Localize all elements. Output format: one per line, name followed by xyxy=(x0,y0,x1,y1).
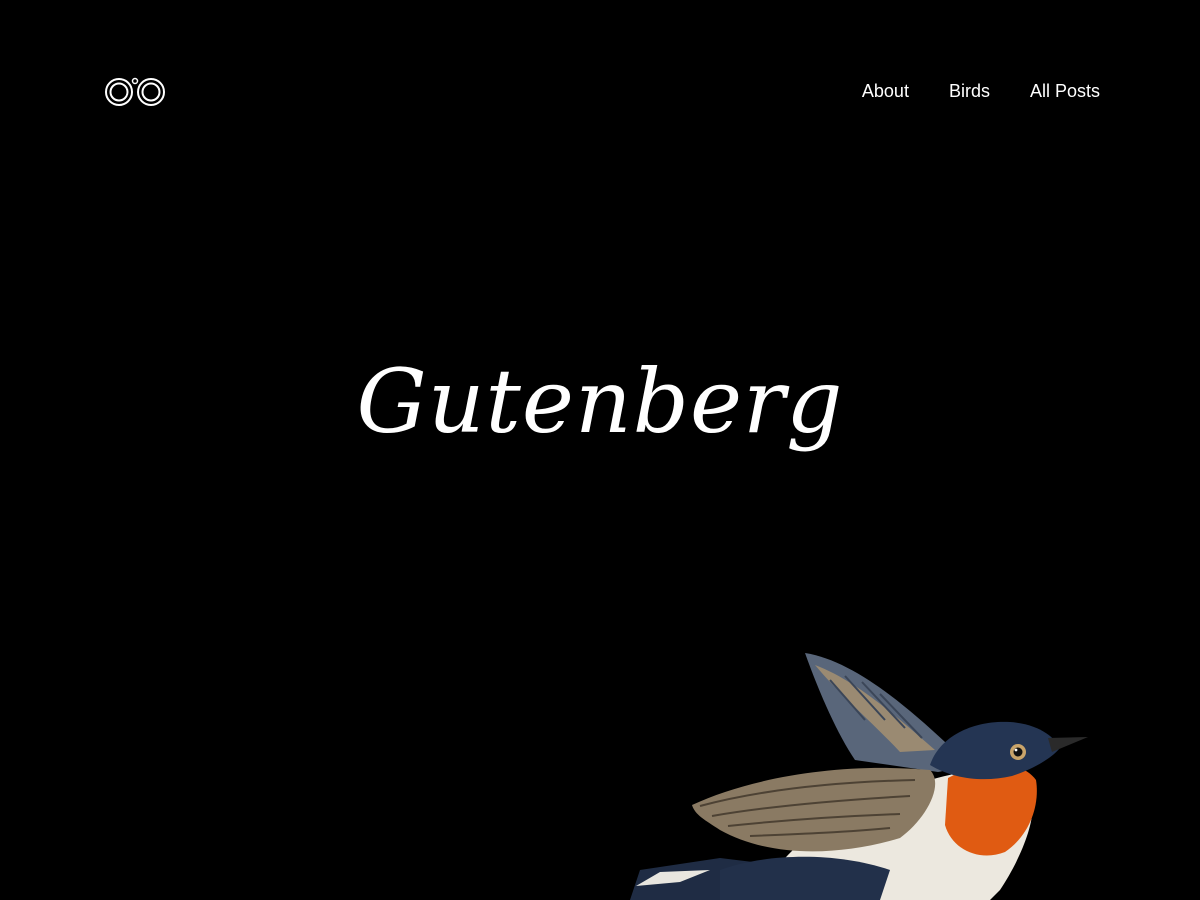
site-header: About Birds All Posts xyxy=(0,0,1200,184)
nav-link-birds[interactable]: Birds xyxy=(949,79,990,103)
flying-bird-illustration xyxy=(600,620,1140,900)
nav-link-about[interactable]: About xyxy=(862,79,909,103)
site-logo-link[interactable] xyxy=(104,76,166,108)
hero-title: Gutenberg xyxy=(356,350,844,453)
binoculars-icon xyxy=(104,76,166,108)
primary-nav: About Birds All Posts xyxy=(862,79,1100,103)
nav-link-all-posts[interactable]: All Posts xyxy=(1030,79,1100,103)
